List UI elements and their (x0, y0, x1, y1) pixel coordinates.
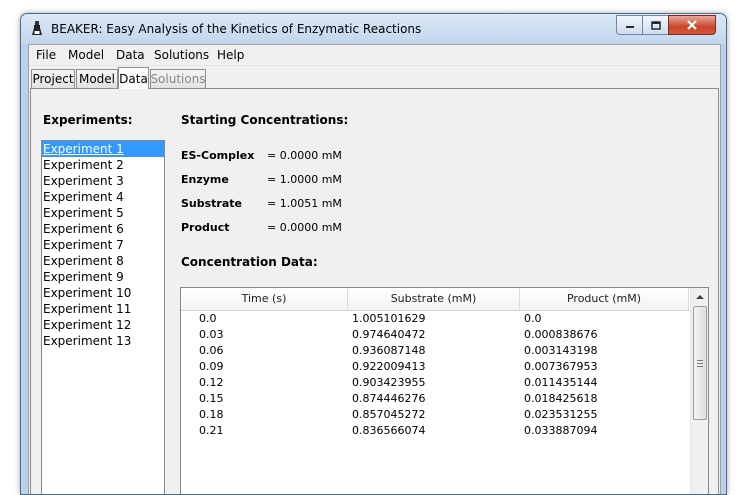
close-button[interactable] (668, 15, 716, 35)
experiment-list-item[interactable]: Experiment 3 (42, 173, 164, 189)
tab-project[interactable]: Project (31, 69, 75, 88)
product-cell: 0.007367953 (524, 360, 598, 373)
experiment-list-item[interactable]: Experiment 2 (42, 157, 164, 173)
concentration-table: Time (s) Substrate (mM) Product (mM) 0.0… (180, 287, 709, 494)
table-body: 0.0 1.005101629 0.0 0.03 0.974640472 0.000838… (181, 311, 689, 439)
product-cell: 0.003143198 (524, 344, 598, 357)
substrate-label: Substrate (181, 197, 242, 210)
product-value: = 0.0000 mM (267, 221, 342, 234)
experiment-list-item[interactable]: Experiment 13 (42, 333, 164, 349)
enzyme-label: Enzyme (181, 173, 229, 186)
time-cell: 0.18 (199, 408, 224, 421)
experiments-heading: Experiments: (43, 113, 133, 127)
time-cell: 0.0 (199, 312, 217, 325)
experiment-list-item[interactable]: Experiment 10 (42, 285, 164, 301)
time-cell: 0.09 (199, 360, 224, 373)
close-icon (687, 20, 697, 30)
substrate-cell: 0.936087148 (352, 344, 426, 357)
experiment-list-item[interactable]: Experiment 9 (42, 269, 164, 285)
enzyme-value: = 1.0000 mM (267, 173, 342, 186)
window-title: BEAKER: Easy Analysis of the Kinetics of… (51, 22, 422, 36)
product-label: Product (181, 221, 230, 234)
substrate-cell: 1.005101629 (352, 312, 426, 325)
client-area: File Model Data Solutions Help Project M… (28, 44, 721, 494)
maximize-icon (650, 20, 661, 30)
substrate-cell: 0.903423955 (352, 376, 426, 389)
app-window: BEAKER: Easy Analysis of the Kinetics of… (20, 13, 727, 495)
time-cell: 0.21 (199, 424, 224, 437)
minimize-icon (625, 26, 634, 28)
experiment-list-item[interactable]: Experiment 1 (42, 141, 164, 157)
table-row[interactable]: 0.12 0.903423955 0.011435144 (181, 375, 689, 391)
time-cell: 0.03 (199, 328, 224, 341)
menu-data[interactable]: Data (116, 48, 145, 62)
table-header: Time (s) Substrate (mM) Product (mM) (181, 288, 689, 311)
starting-concentrations-heading: Starting Concentrations: (181, 113, 349, 127)
table-row[interactable]: 0.0 1.005101629 0.0 (181, 311, 689, 327)
substrate-value: = 1.0051 mM (267, 197, 342, 210)
experiment-list-item[interactable]: Experiment 7 (42, 237, 164, 253)
beaker-app-icon (32, 21, 42, 35)
scroll-thumb[interactable] (693, 306, 707, 420)
experiment-list-item[interactable]: Experiment 8 (42, 253, 164, 269)
product-cell: 0.023531255 (524, 408, 598, 421)
product-cell: 0.011435144 (524, 376, 598, 389)
menu-model[interactable]: Model (68, 48, 104, 62)
tab-solutions: Solutions (150, 69, 206, 88)
menu-file[interactable]: File (36, 48, 56, 62)
time-cell: 0.12 (199, 376, 224, 389)
experiment-list-item[interactable]: Experiment 5 (42, 205, 164, 221)
column-header-substrate[interactable]: Substrate (mM) (348, 288, 520, 310)
experiment-list-item[interactable]: Experiment 12 (42, 317, 164, 333)
tab-model[interactable]: Model (76, 69, 118, 88)
minimize-button[interactable] (616, 15, 643, 35)
substrate-cell: 0.857045272 (352, 408, 426, 421)
experiment-list-item[interactable]: Experiment 6 (42, 221, 164, 237)
product-cell: 0.000838676 (524, 328, 598, 341)
menu-help[interactable]: Help (217, 48, 244, 62)
es-complex-label: ES-Complex (181, 149, 255, 162)
es-complex-value: = 0.0000 mM (267, 149, 342, 162)
table-row[interactable]: 0.15 0.874446276 0.018425618 (181, 391, 689, 407)
menu-solutions[interactable]: Solutions (154, 48, 209, 62)
table-row[interactable]: 0.21 0.836566074 0.033887094 (181, 423, 689, 439)
scroll-up-button[interactable] (691, 288, 708, 305)
data-tab-panel: Experiments: Experiment 1 Experiment 2 Exp… (30, 88, 719, 494)
scroll-up-arrow-icon (695, 295, 704, 299)
column-header-product[interactable]: Product (mM) (520, 288, 689, 310)
menu-bar: File Model Data Solutions Help (29, 45, 720, 66)
scroll-grip-icon (697, 359, 703, 367)
substrate-cell: 0.974640472 (352, 328, 426, 341)
column-header-time[interactable]: Time (s) (181, 288, 348, 310)
vertical-scrollbar[interactable] (690, 288, 708, 494)
product-cell: 0.0 (524, 312, 542, 325)
table-row[interactable]: 0.03 0.974640472 0.000838676 (181, 327, 689, 343)
substrate-cell: 0.836566074 (352, 424, 426, 437)
product-cell: 0.018425618 (524, 392, 598, 405)
tab-data[interactable]: Data (118, 67, 149, 89)
product-cell: 0.033887094 (524, 424, 598, 437)
table-row[interactable]: 0.09 0.922009413 0.007367953 (181, 359, 689, 375)
maximize-button[interactable] (642, 15, 669, 35)
concentration-data-heading: Concentration Data: (181, 255, 318, 269)
time-cell: 0.06 (199, 344, 224, 357)
experiments-list[interactable]: Experiment 1 Experiment 2 Experiment 3 Expe… (41, 140, 165, 494)
table-row[interactable]: 0.18 0.857045272 0.023531255 (181, 407, 689, 423)
title-bar[interactable]: BEAKER: Easy Analysis of the Kinetics of… (21, 14, 726, 44)
table-row[interactable]: 0.06 0.936087148 0.003143198 (181, 343, 689, 359)
tab-strip: Project Model Data Solutions (29, 67, 720, 89)
experiment-list-item[interactable]: Experiment 11 (42, 301, 164, 317)
substrate-cell: 0.874446276 (352, 392, 426, 405)
experiment-list-item[interactable]: Experiment 4 (42, 189, 164, 205)
substrate-cell: 0.922009413 (352, 360, 426, 373)
time-cell: 0.15 (199, 392, 224, 405)
